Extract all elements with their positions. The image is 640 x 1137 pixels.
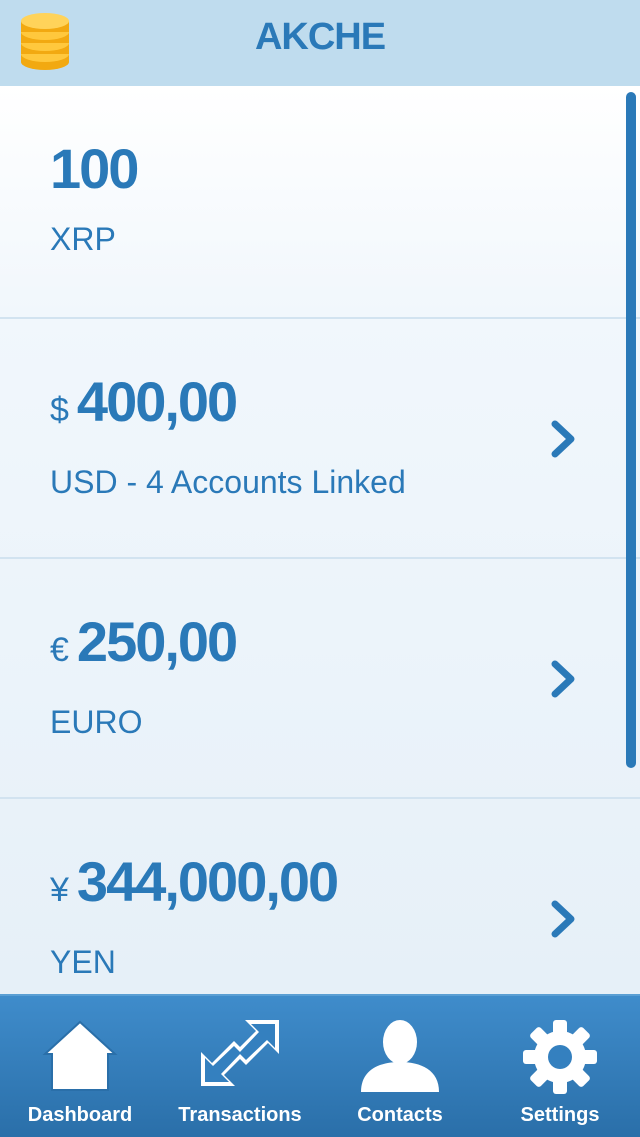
chevron-right-icon[interactable]: [550, 899, 578, 939]
balance-value: 400,00: [76, 370, 238, 433]
balance-label: XRP: [50, 221, 116, 257]
tab-transactions[interactable]: Transactions: [160, 996, 320, 1137]
currency-symbol: €: [50, 631, 69, 669]
tab-bar: Dashboard Transactions Contacts Settings: [0, 994, 640, 1137]
currency-symbol: $: [50, 391, 69, 429]
app-title: AKCHE: [254, 16, 386, 58]
balance-value: 344,000,00: [76, 850, 339, 913]
balance-row-usd[interactable]: $ 400,00 USD - 4 Accounts Linked: [0, 319, 640, 559]
balance-label: USD - 4 Accounts Linked: [50, 464, 406, 500]
arrows-exchange-icon: [201, 1020, 279, 1086]
balance-label: YEN: [50, 944, 116, 980]
app-header: AKCHE: [0, 0, 640, 86]
scrollbar[interactable]: [626, 92, 636, 768]
tab-label: Transactions: [178, 1104, 302, 1126]
tab-label: Dashboard: [27, 1104, 133, 1126]
house-icon: [42, 1020, 118, 1091]
balance-amount: $ 400,00: [50, 369, 238, 434]
chevron-right-icon[interactable]: [550, 419, 578, 459]
balance-label: EURO: [50, 704, 143, 740]
balance-amount: 100: [50, 136, 139, 201]
chevron-right-icon[interactable]: [550, 659, 578, 699]
tab-dashboard[interactable]: Dashboard: [0, 996, 160, 1137]
tab-label: Contacts: [357, 1104, 443, 1126]
gear-icon: [523, 1020, 597, 1094]
currency-symbol: ¥: [50, 871, 69, 909]
balance-row-yen[interactable]: ¥ 344,000,00 YEN: [0, 799, 640, 994]
balance-value: 100: [50, 137, 139, 200]
balances-list[interactable]: 100 XRP $ 400,00 USD - 4 Accounts Linked…: [0, 86, 640, 994]
balance-row-euro[interactable]: € 250,00 EURO: [0, 559, 640, 799]
person-icon: [361, 1020, 439, 1092]
tab-contacts[interactable]: Contacts: [320, 996, 480, 1137]
balance-amount: ¥ 344,000,00: [50, 849, 339, 914]
balance-value: 250,00: [76, 610, 238, 673]
balance-row-xrp[interactable]: 100 XRP: [0, 86, 640, 319]
tab-settings[interactable]: Settings: [480, 996, 640, 1137]
tab-label: Settings: [520, 1104, 600, 1126]
balance-amount: € 250,00: [50, 609, 238, 674]
